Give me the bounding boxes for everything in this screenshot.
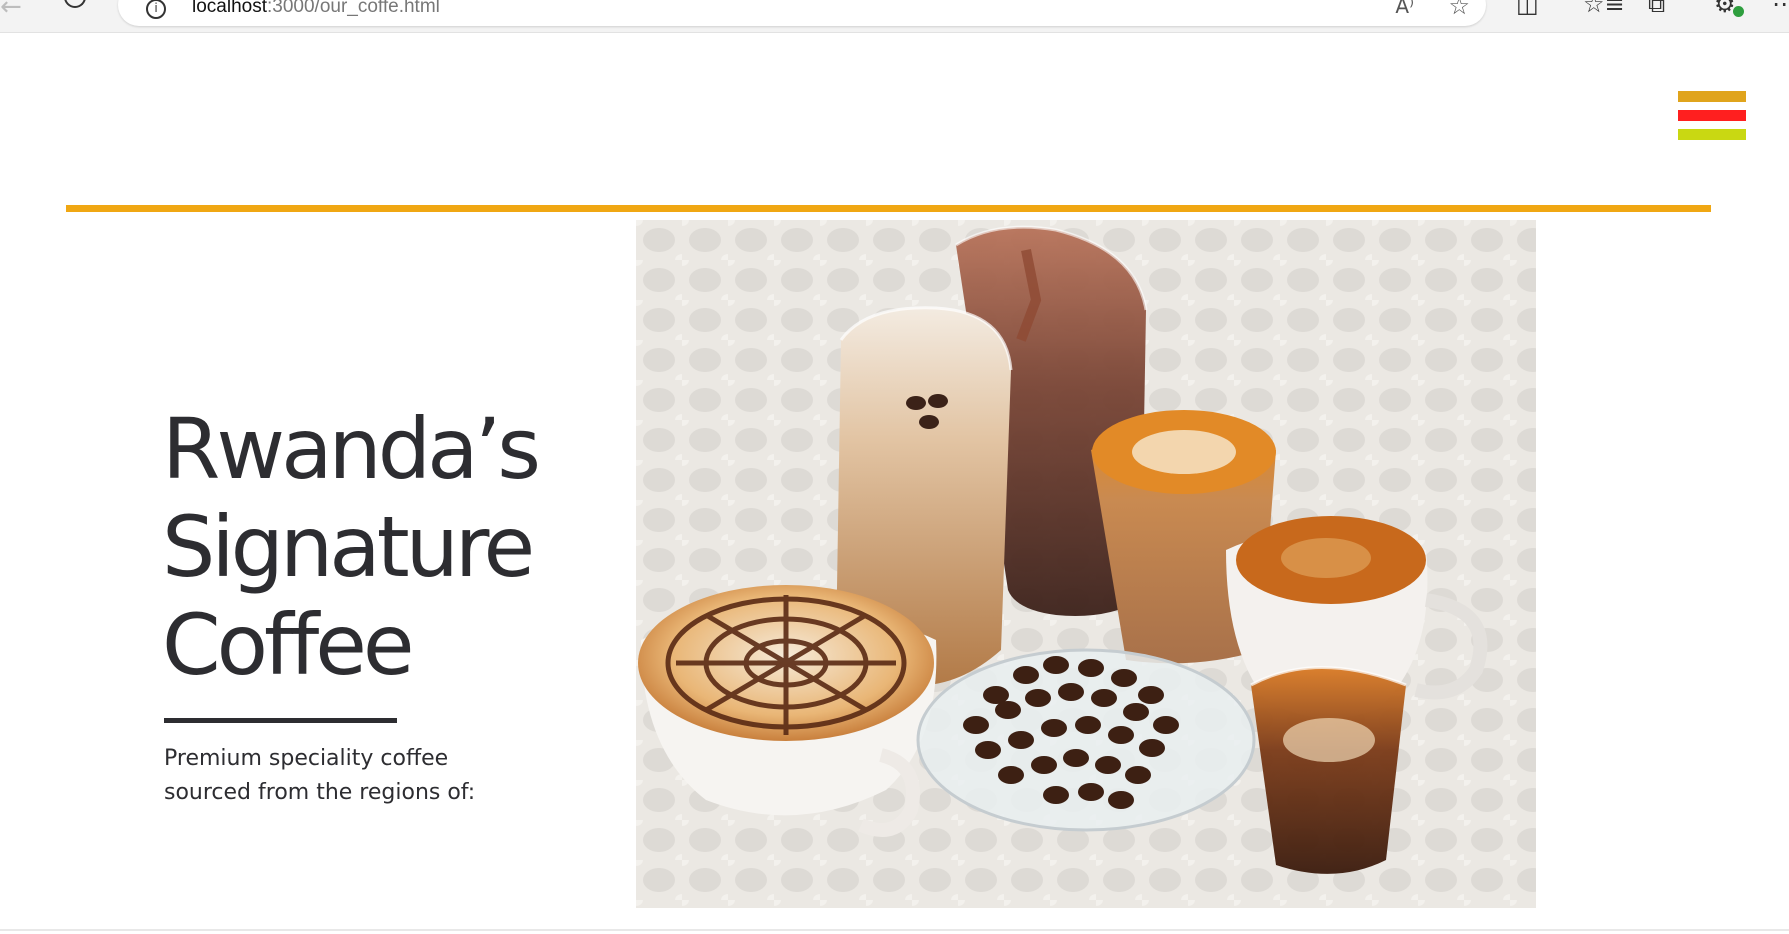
coffee-illustration: [636, 220, 1536, 908]
title-line-2: Signature: [162, 498, 535, 596]
address-bar[interactable]: i localhost:3000/our_coffe.html A⁾ ☆: [118, 0, 1486, 26]
page-title: Rwanda’s Signature Coffee: [162, 400, 622, 694]
page-bottom-edge: [0, 929, 1789, 931]
menu-bar-middle: [1678, 110, 1746, 121]
url-path: :3000/our_coffe.html: [267, 0, 440, 17]
more-icon[interactable]: ⋯: [1772, 0, 1789, 16]
subtitle-line-1: Premium speciality coffee: [164, 746, 449, 771]
title-line-1: Rwanda’s: [162, 400, 541, 498]
coffee-drinks-photo: [636, 220, 1536, 908]
favorites-list-icon[interactable]: ☆≡: [1583, 0, 1625, 16]
url-text[interactable]: localhost:3000/our_coffe.html: [192, 0, 440, 18]
header-divider: [66, 205, 1711, 212]
hero-subtitle: Premium speciality coffee sourced from t…: [164, 742, 494, 810]
back-icon[interactable]: ←: [0, 0, 22, 20]
favorite-star-icon[interactable]: ☆: [1448, 0, 1470, 20]
subtitle-line-2: sourced from the regions of:: [164, 780, 476, 805]
title-line-3: Coffee: [162, 596, 415, 694]
read-aloud-icon[interactable]: A⁾: [1395, 0, 1414, 18]
extension-icon[interactable]: ⚙: [1714, 0, 1736, 16]
menu-bar-top: [1678, 91, 1746, 102]
browser-toolbar: ← i localhost:3000/our_coffe.html A⁾ ☆ ◫…: [0, 0, 1789, 33]
info-icon[interactable]: i: [146, 0, 166, 19]
hamburger-menu-icon[interactable]: [1678, 91, 1746, 141]
url-host: localhost: [192, 0, 267, 17]
split-screen-icon[interactable]: ◫: [1516, 0, 1539, 16]
menu-bar-bottom: [1678, 129, 1746, 140]
title-underline: [164, 718, 397, 723]
site-header: [0, 33, 1789, 205]
collections-icon[interactable]: ⧉: [1648, 0, 1665, 16]
extension-status-badge: [1733, 6, 1744, 17]
reload-icon[interactable]: [64, 0, 86, 8]
